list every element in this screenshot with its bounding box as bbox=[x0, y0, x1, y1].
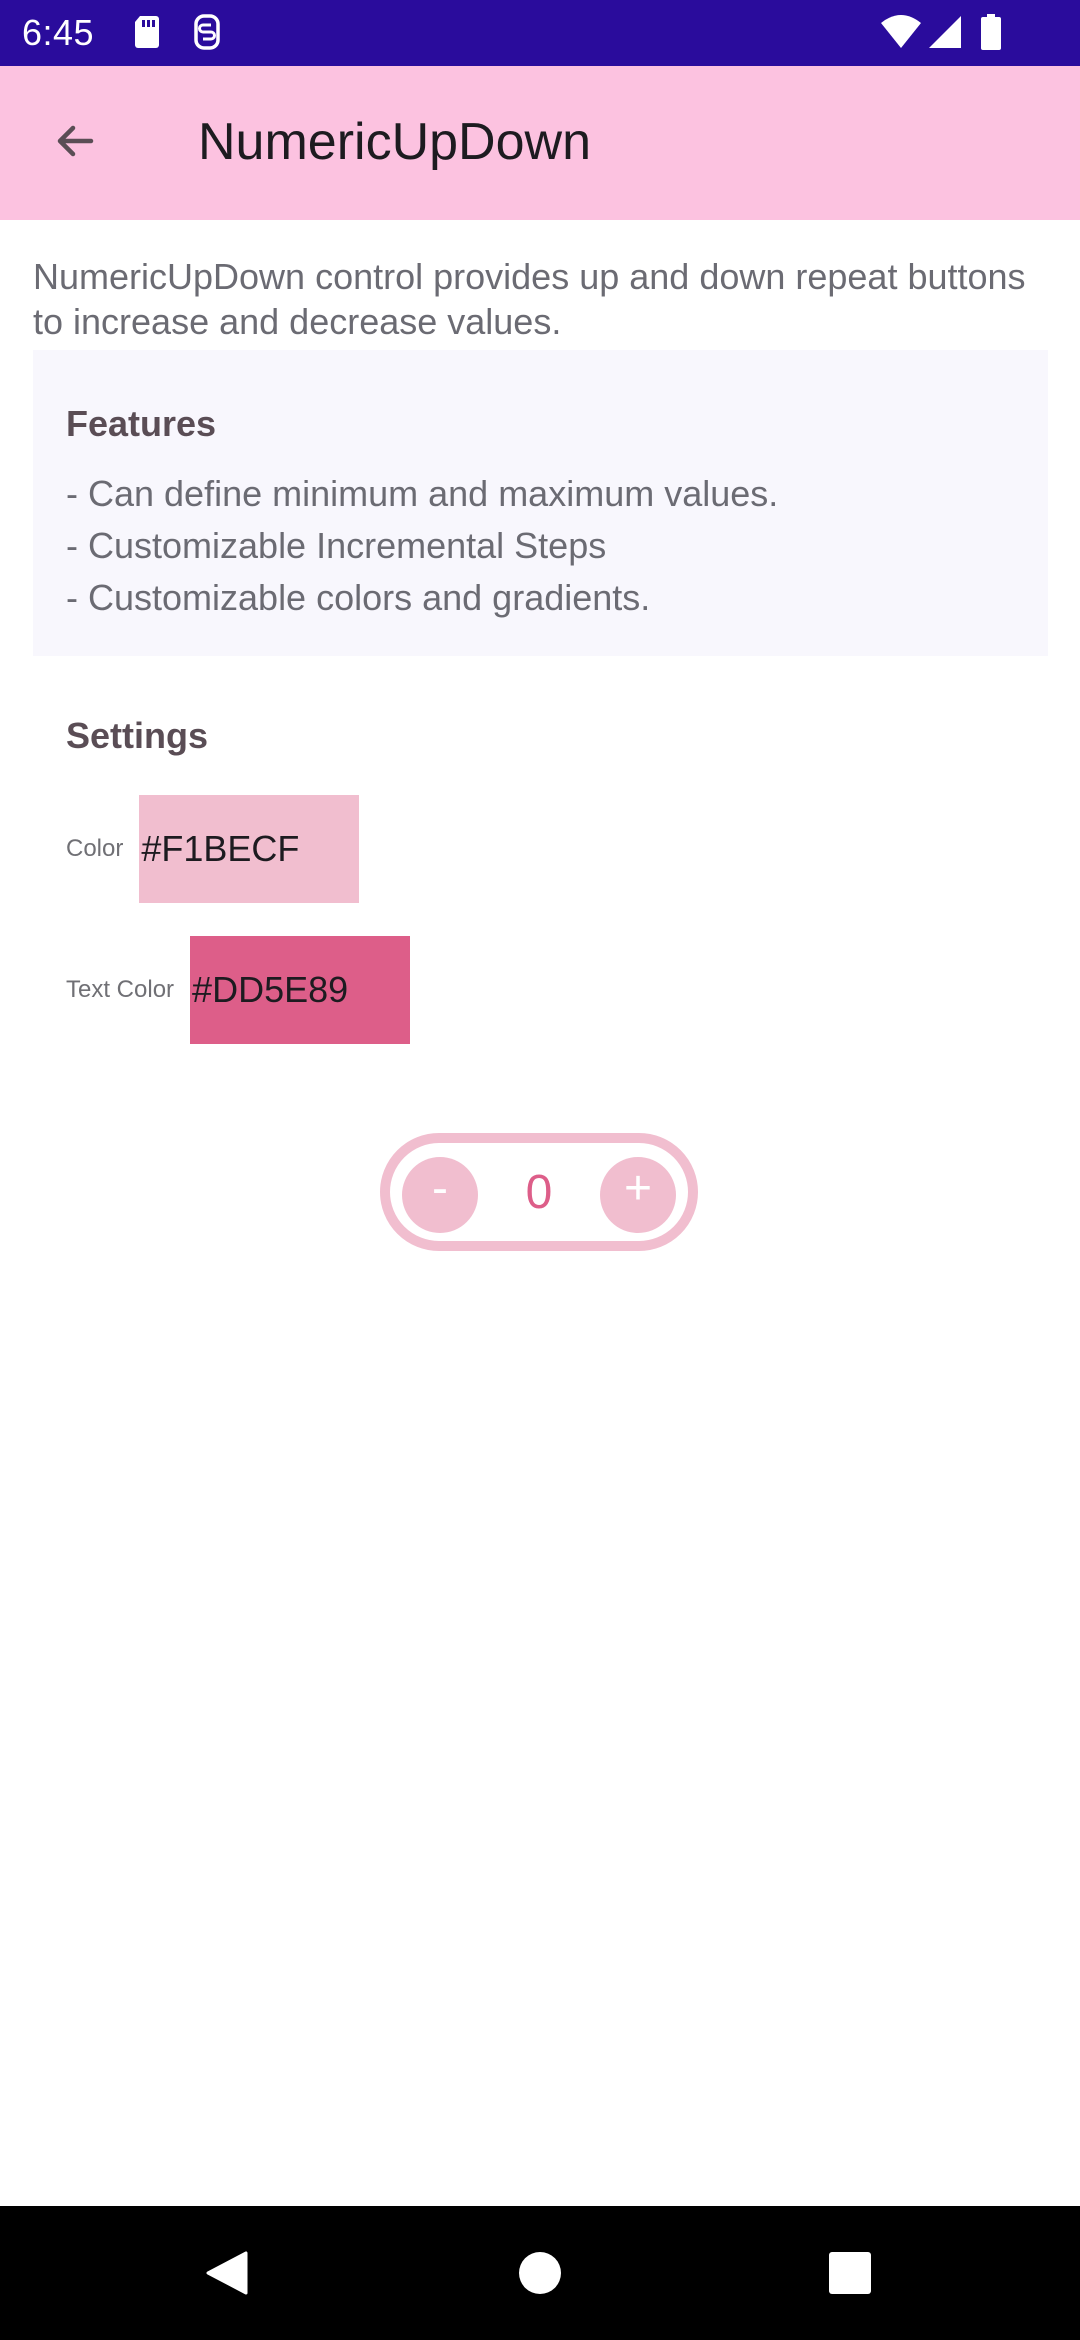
text-color-label: Text Color bbox=[66, 976, 175, 1003]
settings-heading: Settings bbox=[66, 715, 209, 756]
feature-item: - Can define minimum and maximum values. bbox=[66, 473, 779, 514]
nav-home-button[interactable] bbox=[497, 2230, 583, 2316]
color-label: Color bbox=[66, 835, 124, 862]
sync-icon bbox=[194, 14, 220, 50]
back-triangle-icon bbox=[206, 2251, 248, 2295]
navigation-bar bbox=[0, 2206, 1080, 2340]
nav-recents-button[interactable] bbox=[807, 2230, 893, 2316]
features-heading: Features bbox=[66, 403, 217, 444]
decrement-button[interactable]: - bbox=[402, 1157, 478, 1233]
nav-back-button[interactable] bbox=[183, 2230, 269, 2316]
signal-icon bbox=[929, 16, 961, 48]
color-input[interactable] bbox=[139, 795, 360, 903]
home-circle-icon bbox=[519, 2252, 561, 2294]
numeric-up-down: - 0 + bbox=[380, 1133, 698, 1251]
text-color-input[interactable] bbox=[190, 936, 411, 1044]
back-button[interactable] bbox=[40, 106, 110, 176]
sd-card-icon bbox=[135, 16, 159, 48]
control-description: NumericUpDown control provides up and do… bbox=[33, 256, 1026, 342]
features-panel: Features - Can define minimum and maximu… bbox=[33, 350, 1048, 656]
app-bar: NumericUpDown bbox=[0, 66, 1080, 220]
feature-item: - Customizable Incremental Steps bbox=[66, 525, 607, 566]
feature-item: - Customizable colors and gradients. bbox=[66, 577, 651, 618]
features-list: - Can define minimum and maximum values.… bbox=[66, 468, 778, 624]
recents-square-icon bbox=[829, 2252, 871, 2294]
increment-button[interactable]: + bbox=[600, 1157, 676, 1233]
text-color-setting-row: Text Color bbox=[66, 936, 411, 1044]
arrow-left-icon bbox=[57, 125, 94, 157]
status-time: 6:45 bbox=[22, 12, 95, 53]
status-bar: 6:45 bbox=[0, 0, 1080, 66]
color-setting-row: Color bbox=[66, 795, 360, 903]
battery-icon bbox=[981, 14, 1001, 50]
wifi-icon bbox=[881, 15, 921, 48]
stepper-value: 0 bbox=[525, 1165, 553, 1219]
page-title: NumericUpDown bbox=[198, 113, 591, 171]
